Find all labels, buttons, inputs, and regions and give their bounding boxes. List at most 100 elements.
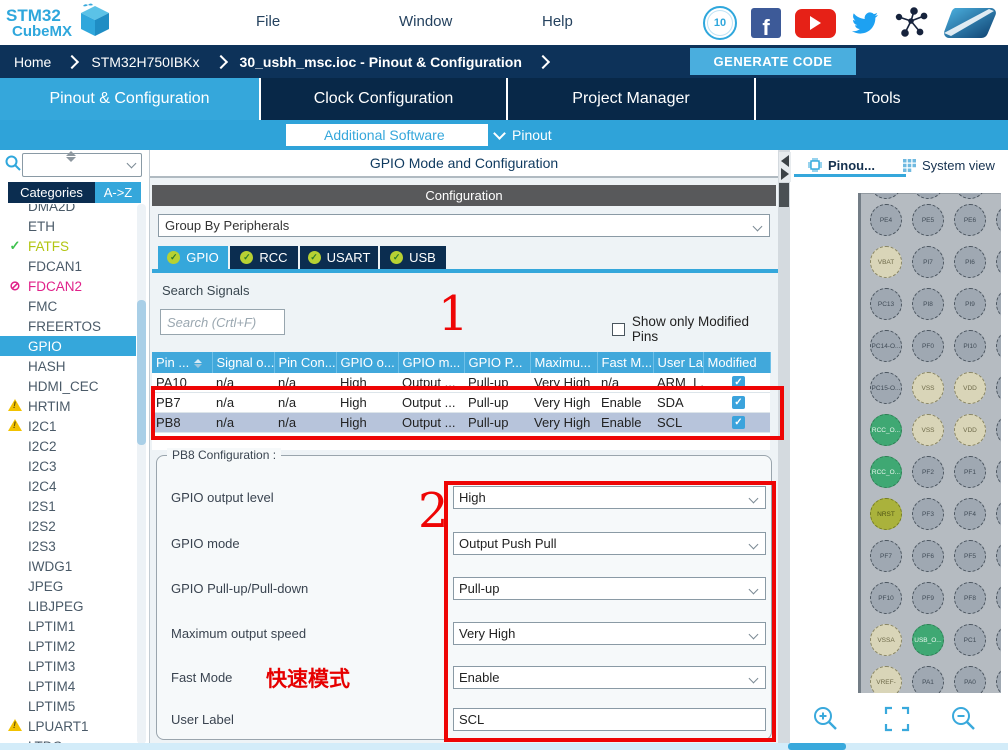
sidebar-item-hash[interactable]: HASH (0, 356, 150, 376)
modified-checkbox[interactable]: ✓ (732, 416, 745, 429)
pin-pi7[interactable]: PI7 (912, 246, 944, 278)
select-gpio-mode[interactable]: Output Push Pull (453, 532, 766, 555)
group-by-dropdown[interactable]: Group By Peripherals (158, 214, 770, 237)
horizontal-scrollbar[interactable] (0, 743, 1008, 750)
pin-pe5[interactable]: PE5 (912, 204, 944, 236)
peripheral-tab-usart[interactable]: ✓USART (300, 246, 378, 269)
sidebar-item-freertos[interactable]: FREERTOS (0, 316, 150, 336)
sidebar-item-lptim1[interactable]: LPTIM1 (0, 616, 150, 636)
peripheral-tab-rcc[interactable]: ✓RCC (230, 246, 298, 269)
pin-rcc-o[interactable]: RCC_O... (870, 414, 902, 446)
sidebar-item-i2s2[interactable]: I2S2 (0, 516, 150, 536)
sidebar-item-i2s1[interactable]: I2S1 (0, 496, 150, 516)
sidebar-item-iwdg1[interactable]: IWDG1 (0, 556, 150, 576)
breadcrumb-home[interactable]: Home (14, 54, 51, 70)
pin-pe6[interactable]: PE6 (954, 204, 986, 236)
pin-pf7[interactable]: PF7 (870, 540, 902, 572)
col-header-gpio-p[interactable]: GPIO P... (464, 352, 530, 373)
pin-nrst[interactable]: NRST (870, 498, 902, 530)
pin-pf5[interactable]: PF5 (954, 540, 986, 572)
youtube-icon[interactable] (795, 9, 836, 38)
middle-panel-scrollbar-thumb[interactable] (779, 183, 789, 207)
pin-pc15-o[interactable]: PC15-O... (870, 372, 902, 404)
pin-pa0[interactable]: PA0 (954, 666, 986, 693)
zoom-in-button[interactable] (812, 705, 840, 733)
sidebar-item-i2c2[interactable]: I2C2 (0, 436, 150, 456)
pin-pf8[interactable]: PF8 (954, 582, 986, 614)
pin-pa1[interactable]: PA1 (912, 666, 944, 693)
sidebar-search-combo[interactable] (22, 153, 142, 177)
col-header-gpio-o[interactable]: GPIO o... (336, 352, 398, 373)
col-header-gpio-m[interactable]: GPIO m... (398, 352, 464, 373)
sidebar-item-fmc[interactable]: FMC (0, 296, 150, 316)
pin-pc14-o[interactable]: PC14-O... (870, 330, 902, 362)
col-header-modified[interactable]: Modified (703, 352, 770, 373)
col-header-user-la[interactable]: User La... (653, 352, 703, 373)
tab-project-manager[interactable]: Project Manager (508, 78, 754, 120)
peripheral-tab-usb[interactable]: ✓USB (380, 246, 446, 269)
select-gpio-output-level[interactable]: High (453, 486, 766, 509)
additional-software-button[interactable]: Additional Software (286, 124, 488, 146)
generate-code-button[interactable]: GENERATE CODE (690, 48, 856, 75)
pin-rcc-o[interactable]: RCC_O... (870, 456, 902, 488)
col-header-pin-con[interactable]: Pin Con... (274, 352, 336, 373)
sidebar-item-i2c3[interactable]: I2C3 (0, 456, 150, 476)
tab-clock-configuration[interactable]: Clock Configuration (261, 78, 506, 120)
sidebar-tab-categories[interactable]: Categories (8, 182, 95, 203)
pin-pi8[interactable]: PI8 (912, 288, 944, 320)
zoom-out-button[interactable] (950, 705, 978, 733)
pinout-dropdown[interactable]: Pinout (495, 124, 552, 146)
pin-pi10[interactable]: PI10 (954, 330, 986, 362)
pin-pf9[interactable]: PF9 (912, 582, 944, 614)
pin-pf0[interactable]: PF0 (912, 330, 944, 362)
pin-pf2[interactable]: PF2 (912, 456, 944, 488)
horizontal-scrollbar-thumb[interactable] (788, 743, 846, 750)
breadcrumb-mcu[interactable]: STM32H750IBKx (91, 54, 199, 70)
col-header-fast-m[interactable]: Fast M... (597, 352, 653, 373)
sidebar-item-lpuart1[interactable]: LPUART1 (0, 716, 150, 736)
pin-vss[interactable]: VSS (912, 372, 944, 404)
select-fast-mode[interactable]: Enable (453, 666, 766, 689)
sidebar-item-jpeg[interactable]: JPEG (0, 576, 150, 596)
sort-icon[interactable] (194, 359, 202, 368)
tab-system-view[interactable]: System view (903, 158, 995, 173)
tab-pinout-view[interactable]: Pinou... (808, 158, 875, 173)
twitter-icon[interactable] (850, 10, 880, 36)
sidebar-item-fdcan1[interactable]: FDCAN1 (0, 256, 150, 276)
sidebar-item-lptim5[interactable]: LPTIM5 (0, 696, 150, 716)
sidebar-tab-a-z[interactable]: A->Z (95, 182, 141, 203)
menu-window[interactable]: Window (399, 13, 452, 30)
sidebar-item-libjpeg[interactable]: LIBJPEG (0, 596, 150, 616)
sidebar-item-hrtim[interactable]: HRTIM (0, 396, 150, 416)
pin-pc13[interactable]: PC13 (870, 288, 902, 320)
pin-usb-o[interactable]: USB_O... (912, 624, 944, 656)
pin-pf6[interactable]: PF6 (912, 540, 944, 572)
community-network-icon[interactable] (894, 7, 928, 39)
sidebar-item-eth[interactable]: ETH (0, 216, 150, 236)
facebook-icon[interactable]: f (751, 8, 781, 38)
sidebar-item-i2c4[interactable]: I2C4 (0, 476, 150, 496)
collapse-left-icon[interactable] (781, 155, 789, 167)
select-gpio-pull-up-pull-down[interactable]: Pull-up (453, 577, 766, 600)
pin-pc1[interactable]: PC1 (954, 624, 986, 656)
collapse-right-icon[interactable] (781, 168, 789, 180)
tab-pinout-configuration[interactable]: Pinout & Configuration (0, 78, 259, 120)
sidebar-item-fatfs[interactable]: ✓FATFS (0, 236, 150, 256)
pin-pi6[interactable]: PI6 (954, 246, 986, 278)
col-header-maximu[interactable]: Maximu... (530, 352, 597, 373)
pin-vbat[interactable]: VBAT (870, 246, 902, 278)
sidebar-item-dma2d[interactable]: DMA2D (0, 204, 150, 216)
pin-pi9[interactable]: PI9 (954, 288, 986, 320)
mcu-package-view[interactable]: PE4 PE5 PE6 VBAT PI7 PI6 PC13 PI8 PI9 PC14-O... PF… (858, 193, 1001, 693)
input-user-label[interactable]: SCL (453, 708, 766, 731)
pin-vdd[interactable]: VDD (954, 372, 986, 404)
sidebar-scrollbar[interactable] (137, 204, 146, 744)
col-header-pin[interactable]: Pin ... (152, 352, 212, 373)
pin-pe4[interactable]: PE4 (870, 204, 902, 236)
sidebar-item-hdmi-cec[interactable]: HDMI_CEC (0, 376, 150, 396)
tab-tools[interactable]: Tools (756, 78, 1008, 120)
panel-collapse-arrows[interactable] (779, 152, 791, 182)
sidebar-item-fdcan2[interactable]: ⊘FDCAN2 (0, 276, 150, 296)
col-header-signal-o[interactable]: Signal o... (212, 352, 274, 373)
sidebar-item-lptim2[interactable]: LPTIM2 (0, 636, 150, 656)
